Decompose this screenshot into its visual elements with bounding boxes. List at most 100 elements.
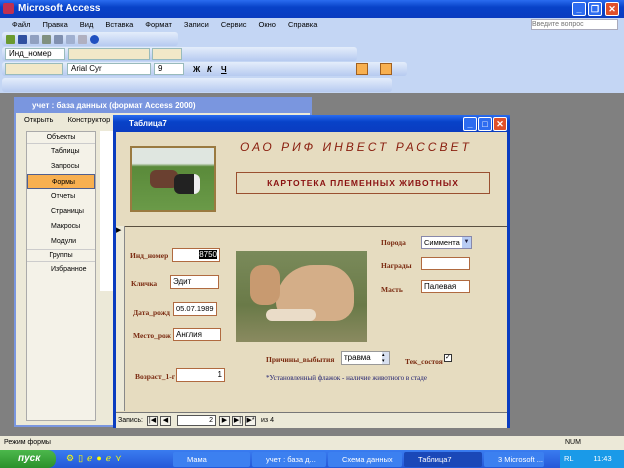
record-number-input[interactable]: 2 <box>177 415 216 426</box>
menu-window[interactable]: Окно <box>259 20 276 29</box>
color-label: Масть <box>381 285 403 294</box>
record-total: из 4 <box>261 417 274 424</box>
quick-launch[interactable]: ⚙▯ℯ●ℯ⋎ <box>66 453 166 465</box>
style-combo[interactable] <box>5 63 63 75</box>
name-field[interactable]: Эдит <box>170 275 219 289</box>
task-schema[interactable]: Схема данных <box>328 452 402 467</box>
task-mama[interactable]: Мама <box>173 452 250 467</box>
menu-view[interactable]: Вид <box>80 20 94 29</box>
age-label: Возраст_1-г <box>135 372 176 381</box>
objects-pane: Объекты Таблицы Запросы Формы Отчеты Стр… <box>26 131 96 421</box>
db-window-title: учет : база данных (формат Access 2000) <box>32 101 196 110</box>
state-checkbox[interactable]: ✓ <box>444 354 452 362</box>
object-modules[interactable]: Модули <box>27 234 95 249</box>
help-search-input[interactable] <box>531 19 618 30</box>
print-icon[interactable] <box>42 34 51 44</box>
minimize-button[interactable]: _ <box>572 2 586 16</box>
age-field[interactable]: 1 <box>176 368 225 382</box>
db-window-title-bar: учет : база данных (формат Access 2000) <box>16 99 310 113</box>
app-title: Microsoft Access <box>18 3 101 14</box>
next-record-button[interactable]: ▶ <box>219 416 230 426</box>
menu-insert[interactable]: Вставка <box>105 20 133 29</box>
access-icon <box>3 3 14 14</box>
groups-header: Группы <box>27 249 95 262</box>
view-icon[interactable] <box>6 34 15 44</box>
help-icon[interactable] <box>90 34 99 44</box>
spinner-icon[interactable]: ▴ ▾ <box>382 352 389 364</box>
new-record-button[interactable]: ▶* <box>245 416 256 426</box>
border-color-button[interactable] <box>380 63 392 75</box>
note-text: *Установленный флажок - наличие животног… <box>266 374 427 382</box>
subtitle-box: КАРТОТЕКА ПЛЕМЕННЫХ ЖИВОТНЫХ <box>236 172 490 194</box>
reason-field[interactable]: травма ▴ ▾ <box>341 351 390 365</box>
chevron-down-icon[interactable]: ▼ <box>462 237 471 248</box>
object-combo[interactable]: Инд_номер <box>5 48 65 60</box>
object-forms[interactable]: Формы <box>27 174 95 189</box>
font-combo[interactable]: Arial Cyr <box>67 63 151 75</box>
object-reports[interactable]: Отчеты <box>27 189 95 204</box>
place-field[interactable]: Англия <box>173 328 221 341</box>
menu-records[interactable]: Записи <box>184 20 209 29</box>
object-queries[interactable]: Запросы <box>27 159 95 174</box>
copy-icon[interactable] <box>66 34 75 44</box>
id-field[interactable]: 8750 <box>172 248 220 262</box>
object-macros[interactable]: Макросы <box>27 219 95 234</box>
subtitle: КАРТОТЕКА ПЛЕМЕННЫХ ЖИВОТНЫХ <box>267 178 459 188</box>
save-icon[interactable] <box>18 34 27 44</box>
toolbars: Инд_номер Arial Cyr 9 Ж К Ч <box>0 31 624 93</box>
app-title-bar: Microsoft Access _ ❐ ✕ <box>0 0 624 18</box>
fill-color-button[interactable] <box>356 63 368 75</box>
last-record-button[interactable]: ▶| <box>232 416 243 426</box>
clock: 11:43 <box>593 454 612 463</box>
status-num: NUM <box>565 439 581 446</box>
form-minimize-button[interactable]: _ <box>463 117 477 131</box>
system-tray: RL 11:43 <box>560 450 624 468</box>
object-tables[interactable]: Таблицы <box>27 144 95 159</box>
search-icon[interactable] <box>30 34 39 44</box>
italic-button[interactable]: К <box>207 65 212 74</box>
form-maximize-button[interactable]: □ <box>478 117 492 131</box>
first-record-button[interactable]: |◀ <box>147 416 158 426</box>
paste-icon[interactable] <box>78 34 87 44</box>
empty-combo-2[interactable] <box>152 48 182 60</box>
restore-button[interactable]: ❐ <box>588 2 602 16</box>
section-divider <box>125 226 507 227</box>
prev-record-button[interactable]: ◀ <box>160 416 171 426</box>
name-label: Кличка <box>131 279 158 288</box>
cow-photo <box>236 251 367 342</box>
forms-list[interactable] <box>100 131 114 291</box>
design-button[interactable]: Конструктор <box>68 115 111 124</box>
menu-tools[interactable]: Сервис <box>221 20 247 29</box>
breed-select[interactable]: Симмента ▼ <box>421 236 472 249</box>
id-label: Инд_номер <box>130 251 169 260</box>
form-view-toolbar[interactable] <box>2 78 392 92</box>
cut-icon[interactable] <box>54 34 63 44</box>
bold-button[interactable]: Ж <box>193 65 200 74</box>
language-indicator[interactable]: RL <box>564 454 573 463</box>
task-db[interactable]: учет : база д... <box>252 452 326 467</box>
status-mode: Режим формы <box>4 439 51 446</box>
database-toolbar[interactable] <box>2 32 178 46</box>
underline-button[interactable]: Ч <box>221 65 227 74</box>
menu-edit[interactable]: Правка <box>42 20 67 29</box>
menu-format[interactable]: Формат <box>145 20 172 29</box>
place-label: Место_рож <box>133 331 171 340</box>
group-favorites[interactable]: Избранное <box>27 262 95 277</box>
color-field[interactable]: Палевая <box>421 280 470 293</box>
menu-file[interactable]: Файл <box>12 20 30 29</box>
awards-field[interactable] <box>421 257 470 270</box>
task-form[interactable]: Таблица7 <box>404 452 482 467</box>
task-word[interactable]: 3 Microsoft ... <box>484 452 544 467</box>
cows-photo <box>130 146 216 212</box>
font-size-combo[interactable]: 9 <box>154 63 184 75</box>
start-button[interactable]: пуск <box>0 450 56 468</box>
empty-combo-1[interactable] <box>68 48 150 60</box>
birth-field[interactable]: 05.07.1989 <box>173 302 217 316</box>
menu-help[interactable]: Справка <box>288 20 317 29</box>
record-selector[interactable]: ▶ <box>116 226 125 411</box>
close-button[interactable]: ✕ <box>605 2 619 16</box>
reason-label: Причины_выбытия <box>266 355 335 364</box>
object-pages[interactable]: Страницы <box>27 204 95 219</box>
form-close-button[interactable]: ✕ <box>493 117 507 131</box>
open-button[interactable]: Открыть <box>24 115 53 124</box>
